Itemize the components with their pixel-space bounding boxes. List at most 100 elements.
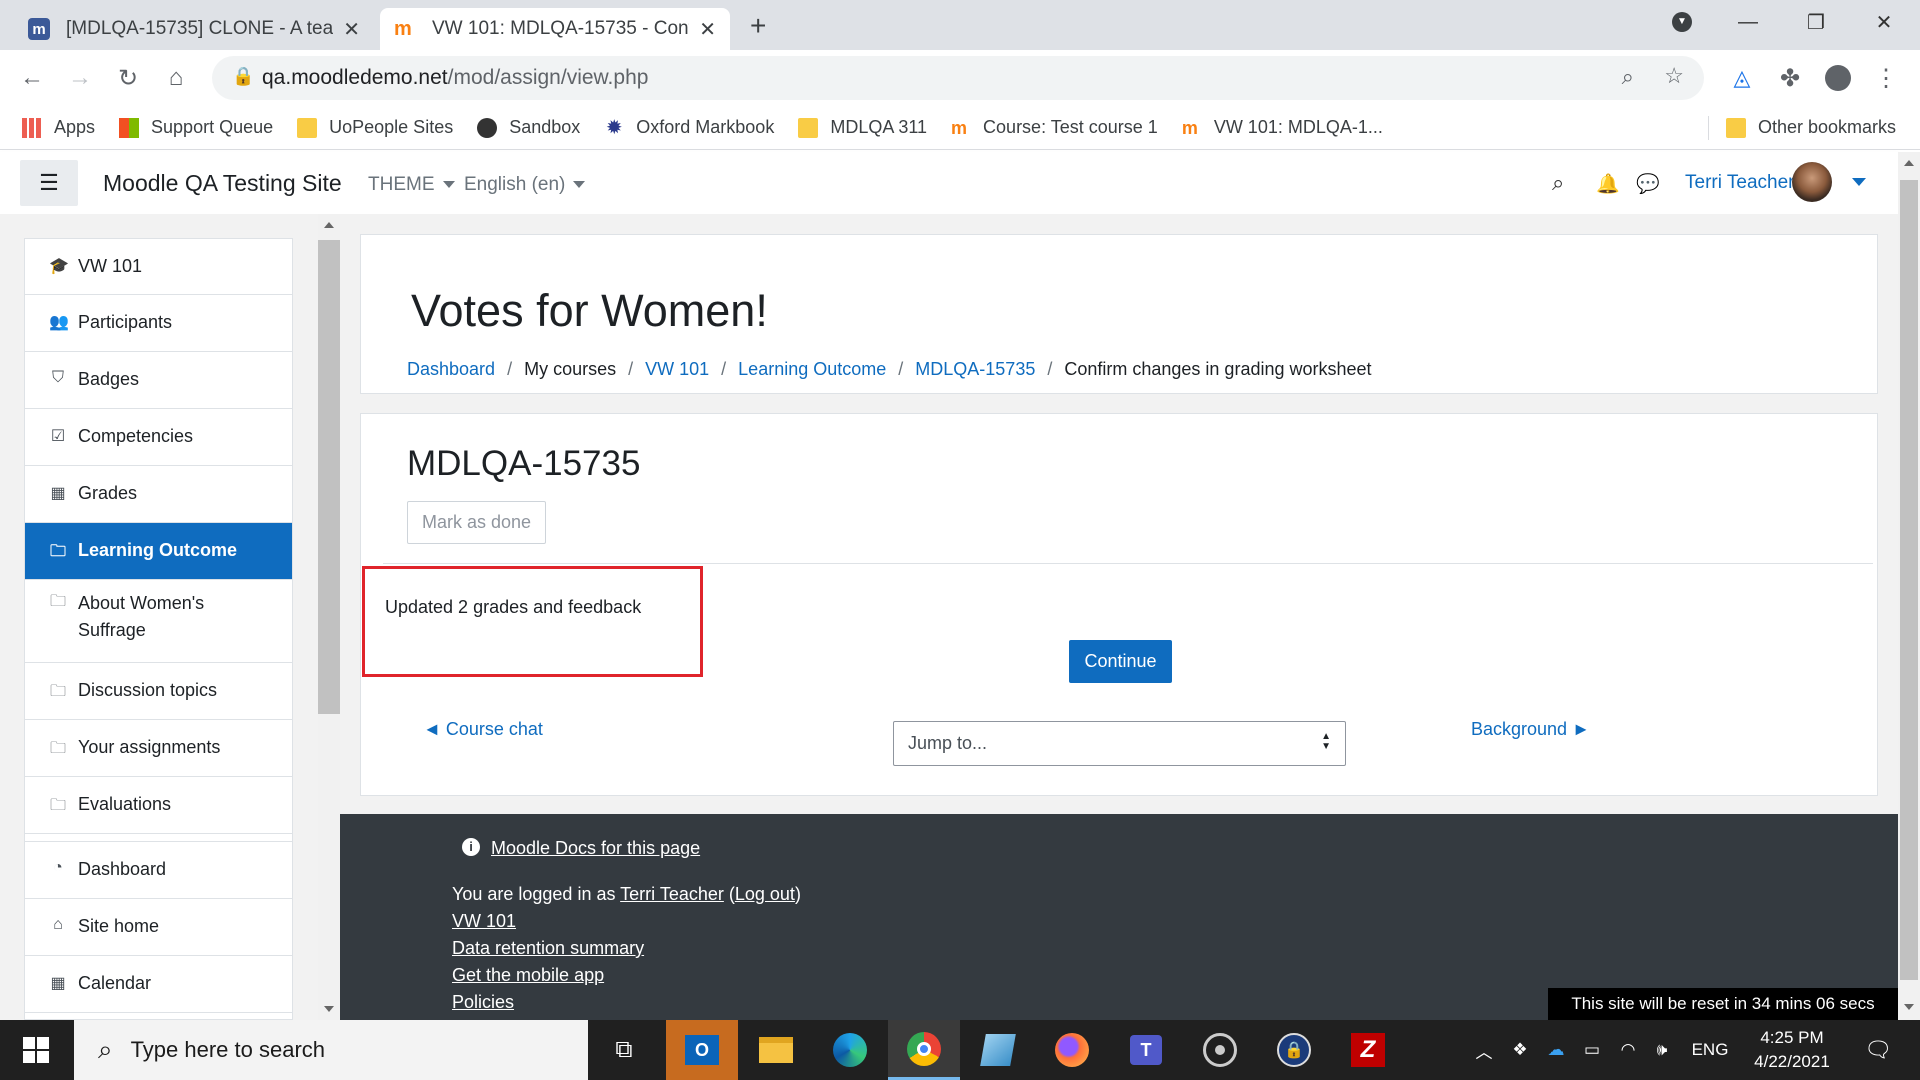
drawer-item[interactable]: 🗀 Discussion topics	[25, 663, 292, 720]
drawer-item[interactable]: 🗀 Your assignments	[25, 720, 292, 777]
theme-menu[interactable]: THEME	[368, 174, 455, 196]
filezilla-icon[interactable]: Z	[1332, 1020, 1404, 1080]
site-name[interactable]: Moodle QA Testing Site	[103, 170, 342, 197]
file-explorer-icon[interactable]	[740, 1020, 812, 1080]
volume-icon[interactable]: 🕪	[1646, 1020, 1678, 1080]
drawer-item[interactable]: ⌂ Site home	[25, 899, 292, 956]
scroll-up-icon[interactable]	[324, 222, 334, 228]
bookmark-vw101[interactable]: m VW 101: MDLQA-1...	[1182, 117, 1383, 138]
bookmark-mdlqa-311[interactable]: MDLQA 311	[798, 117, 927, 138]
language-menu[interactable]: English (en)	[464, 174, 586, 196]
browser-tab-active[interactable]: m VW 101: MDLQA-15735 - Confirm ✕	[380, 8, 730, 50]
bookmark-uopeople-sites[interactable]: UoPeople Sites	[297, 117, 453, 138]
home-icon[interactable]: ⌂	[158, 60, 194, 96]
avatar[interactable]	[1792, 162, 1832, 202]
bookmark-sandbox[interactable]: Sandbox	[477, 117, 580, 138]
bookmark-support-queue[interactable]: Support Queue	[119, 117, 273, 138]
firefox-icon[interactable]	[1036, 1020, 1108, 1080]
mobile-app-link[interactable]: Get the mobile app	[452, 965, 604, 986]
prev-activity-link[interactable]: ◄ Course chat	[423, 719, 543, 740]
logout-link[interactable]: Log out	[735, 884, 795, 904]
extensions-puzzle-icon[interactable]: ✤	[1772, 60, 1808, 96]
reload-icon[interactable]: ↻	[110, 60, 146, 96]
close-window-icon[interactable]: ✕	[1854, 0, 1914, 44]
tray-chevron-icon[interactable]: ︿	[1470, 1020, 1498, 1080]
address-bar[interactable]: 🔒 qa.moodledemo.net/mod/assign/view.php …	[212, 56, 1704, 100]
jump-to-select[interactable]: Jump to... ▲ ▼	[893, 721, 1346, 766]
drawer-item[interactable]: ⛉ Badges	[25, 352, 292, 409]
taskbar-search-box[interactable]: ⌕ Type here to search	[74, 1020, 588, 1080]
drawer-item[interactable]: 👥 Participants	[25, 295, 292, 352]
breadcrumb-item[interactable]: Learning Outcome	[738, 359, 886, 380]
wifi-icon[interactable]: ◠	[1612, 1020, 1644, 1080]
drawer-item[interactable]: 🗀 Learning Outcome	[25, 523, 292, 580]
chrome-icon[interactable]	[888, 1020, 960, 1080]
media-player-icon[interactable]	[1184, 1020, 1256, 1080]
menu-kebab-icon[interactable]: ⋮	[1868, 60, 1904, 96]
notifications-bell-icon[interactable]: 🔔	[1596, 172, 1620, 196]
drawer-item[interactable]: 🗀 Evaluations	[25, 777, 292, 834]
clock[interactable]: 4:25 PM 4/22/2021	[1742, 1026, 1842, 1074]
user-menu-caret-icon[interactable]	[1852, 178, 1866, 186]
tab-search-icon[interactable]: ▼	[1652, 0, 1712, 44]
next-activity-link[interactable]: Background ►	[1471, 719, 1590, 740]
windows-taskbar: ⌕ Type here to search ⧉ O T 🔒 Z ︿ ❖ ☁ ▭ …	[0, 1020, 1920, 1080]
messages-icon[interactable]: 💬	[1636, 172, 1660, 196]
bookmark-oxford-markbook[interactable]: ✹ Oxford Markbook	[604, 117, 774, 138]
profile-icon[interactable]	[1820, 60, 1856, 96]
bookmark-star-icon[interactable]: ☆	[1664, 63, 1684, 89]
drawer-toggle-button[interactable]: ☰	[20, 160, 78, 206]
new-tab-button[interactable]: +	[750, 10, 766, 42]
scroll-up-icon[interactable]	[1904, 160, 1914, 166]
notifications-icon[interactable]: 🗨	[1850, 1020, 1906, 1080]
back-icon[interactable]: ←	[14, 60, 50, 96]
outlook-icon[interactable]: O	[666, 1020, 738, 1080]
task-view-icon[interactable]: ⧉	[588, 1020, 660, 1080]
shield-icon: ⛉	[51, 369, 64, 386]
breadcrumb-item[interactable]: MDLQA-15735	[915, 359, 1035, 380]
breadcrumb-item[interactable]: VW 101	[645, 359, 709, 380]
continue-button[interactable]: Continue	[1069, 640, 1172, 683]
drawer-item[interactable]: ◔ Dashboard	[25, 842, 292, 899]
scroll-down-icon[interactable]	[324, 1006, 334, 1012]
drawer-item[interactable]: 🗀 About Women's Suffrage	[25, 580, 292, 663]
bookmark-other[interactable]: Other bookmarks	[1726, 117, 1896, 138]
data-retention-link[interactable]: Data retention summary	[452, 938, 644, 959]
restore-icon[interactable]: ❐	[1786, 0, 1846, 44]
scroll-down-icon[interactable]	[1904, 1004, 1914, 1010]
close-tab-icon[interactable]: ✕	[699, 17, 716, 42]
dropbox-icon[interactable]: ❖	[1504, 1020, 1536, 1080]
teams-icon[interactable]: T	[1110, 1020, 1182, 1080]
search-icon[interactable]: ⌕	[1552, 170, 1564, 196]
page-scroll-thumb[interactable]	[1900, 180, 1918, 980]
edge-icon[interactable]	[814, 1020, 886, 1080]
profile-link[interactable]: Terri Teacher	[620, 884, 724, 904]
drawer-item[interactable]: ▦ Grades	[25, 466, 292, 523]
onedrive-icon[interactable]: ☁	[1540, 1020, 1572, 1080]
breadcrumb-item[interactable]: Dashboard	[407, 359, 495, 380]
footer-course-link[interactable]: VW 101	[452, 911, 516, 932]
start-button[interactable]	[0, 1020, 72, 1080]
user-menu-name[interactable]: Terri Teacher	[1685, 172, 1794, 194]
bookmark-test-course[interactable]: m Course: Test course 1	[951, 117, 1158, 138]
forward-icon[interactable]: →	[62, 60, 98, 96]
drawer-scroll-thumb[interactable]	[318, 240, 340, 714]
policies-link[interactable]: Policies	[452, 992, 514, 1013]
users-icon: 👥	[49, 314, 69, 331]
drawer-item[interactable]: ▦ Calendar	[25, 956, 292, 1013]
extension-icon[interactable]: ◬	[1724, 60, 1760, 96]
password-manager-icon[interactable]: 🔒	[1258, 1020, 1330, 1080]
drawer-item[interactable]: ☑ Competencies	[25, 409, 292, 466]
battery-icon[interactable]: ▭	[1576, 1020, 1608, 1080]
drawer-item[interactable]: 🎓 VW 101	[25, 239, 292, 295]
language-indicator[interactable]: ENG	[1684, 1020, 1736, 1080]
notes-app-icon[interactable]	[962, 1020, 1034, 1080]
moodle-docs-link[interactable]: Moodle Docs for this page	[491, 838, 700, 859]
browser-tab[interactable]: m [MDLQA-15735] CLONE - A teach ✕	[14, 8, 374, 50]
zoom-icon[interactable]: ⌕	[1622, 64, 1634, 90]
bookmark-apps[interactable]: Apps	[22, 117, 95, 138]
mark-as-done-button[interactable]: Mark as done	[407, 501, 546, 544]
close-tab-icon[interactable]: ✕	[343, 17, 360, 42]
minimize-icon[interactable]: —	[1718, 0, 1778, 44]
page-title: Votes for Women!	[411, 285, 768, 336]
